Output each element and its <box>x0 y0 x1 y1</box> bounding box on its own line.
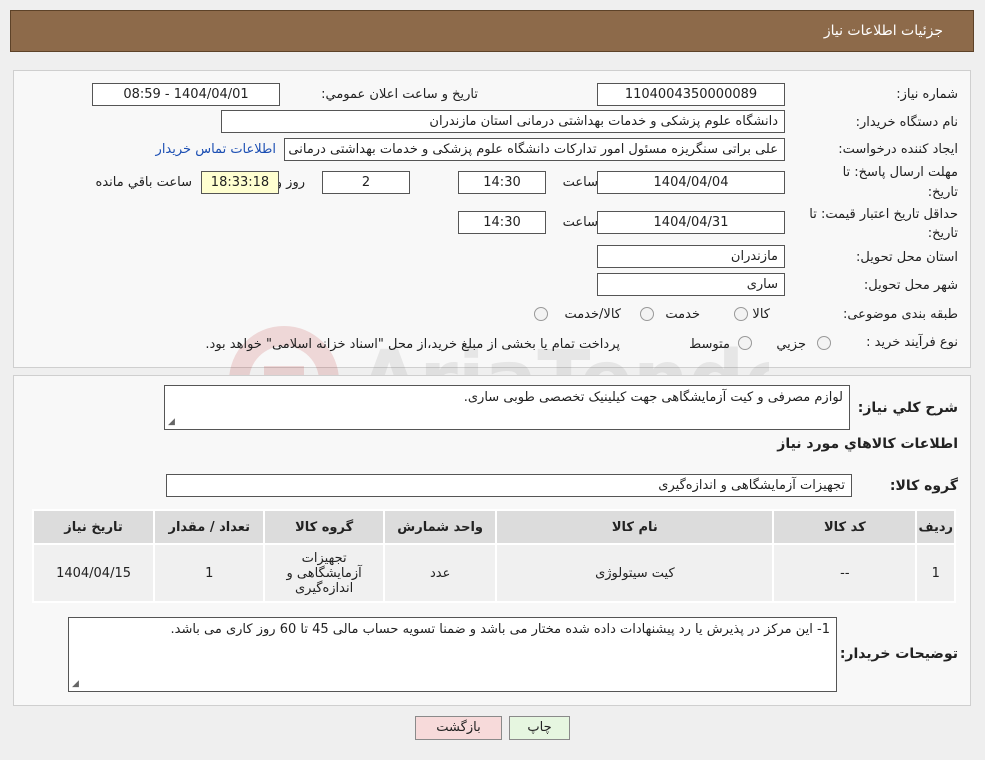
announce-label: تاریخ و ساعت اعلان عمومي: <box>321 87 478 102</box>
process-note: پرداخت تمام یا بخشی از مبلغ خرید،از محل … <box>205 337 620 352</box>
col-goods-group: گروه کالا <box>263 509 385 545</box>
remaining-time-field: 18:33:18 <box>201 171 279 194</box>
items-table: رديف کد کالا نام کالا واحد شمارش گروه کا… <box>31 509 956 603</box>
process-option-small: جزيي <box>776 337 806 352</box>
deadline-time-label: ساعت <box>562 175 598 190</box>
creator-label: ايجاد کننده درخواست: <box>838 142 958 157</box>
validity-label-line1: حداقل تاريخ اعتبار قيمت: تا <box>809 207 958 222</box>
buyer-notes-text: 1- این مرکز در پذیرش یا رد پیشنهادات داد… <box>170 622 830 637</box>
cell-need-date: 1404/04/15 <box>31 543 156 603</box>
summary-textarea[interactable]: لوازم مصرفی و کیت آزمایشگاهی جهت کیلینیک… <box>164 385 850 430</box>
category-radio-goods-service[interactable] <box>534 307 548 321</box>
process-radio-medium[interactable] <box>738 336 752 350</box>
buyer-notes-textarea[interactable]: 1- این مرکز در پذیرش یا رد پیشنهادات داد… <box>68 617 837 692</box>
need-number-label: شماره نیاز: <box>896 87 958 102</box>
city-label: شهر محل تحويل: <box>863 278 958 293</box>
goods-group-field: تجهیزات آزمایشگاهی و اندازه‌گیری <box>166 474 852 497</box>
cell-item-code: -- <box>772 543 918 603</box>
summary-text: لوازم مصرفی و کیت آزمایشگاهی جهت کیلینیک… <box>463 390 843 405</box>
validity-time-field: 14:30 <box>458 211 546 234</box>
deadline-label-line2: تاریخ: <box>927 185 958 200</box>
category-option-goods-service: کالا/خدمت <box>564 307 621 322</box>
days-remaining-field: 2 <box>322 171 410 194</box>
print-button[interactable]: چاپ <box>509 716 570 740</box>
process-radio-small[interactable] <box>817 336 831 350</box>
need-number-field: 1104004350000089 <box>597 83 785 106</box>
summary-label: شرح کلي نياز: <box>857 400 958 416</box>
cell-unit: عدد <box>382 543 498 603</box>
validity-label-line2: تاريخ: <box>927 226 958 241</box>
remaining-time-label: ساعت باقي مانده <box>95 175 192 190</box>
col-quantity: تعداد / مقدار <box>153 509 266 545</box>
buyer-notes-label: توضیحات خریدار: <box>839 646 958 662</box>
category-option-service: خدمت <box>665 307 700 322</box>
province-label: استان محل تحويل: <box>856 250 958 265</box>
buyer-contact-link[interactable]: اطلاعات تماس خريدار <box>156 142 276 157</box>
page-title: جزئیات اطلاعات نیاز <box>823 23 943 39</box>
back-button[interactable]: بازگشت <box>415 716 502 740</box>
validity-time-label: ساعت <box>562 215 598 230</box>
process-label: نوع فرآيند خريد : <box>866 335 958 350</box>
deadline-label-line1: مهلت ارسال پاسخ: تا <box>842 165 958 180</box>
category-option-goods: کالا <box>752 307 770 322</box>
category-radio-goods[interactable] <box>734 307 748 321</box>
city-field: ساری <box>597 273 785 296</box>
category-radio-service[interactable] <box>640 307 654 321</box>
buyer-org-field: دانشگاه علوم پزشکی و خدمات بهداشتی درمان… <box>221 110 785 133</box>
deadline-time-field: 14:30 <box>458 171 546 194</box>
table-row: 1 -- کیت سیتولوژی عدد تجهیزات آزمایشگاهی… <box>31 543 956 603</box>
validity-date-field: 1404/04/31 <box>597 211 785 234</box>
cell-item-name: کیت سیتولوژی <box>495 543 775 603</box>
col-item-code: کد کالا <box>772 509 918 545</box>
need-details-panel: شرح کلي نياز: لوازم مصرفی و کیت آزمایشگا… <box>13 375 971 706</box>
province-field: مازندران <box>597 245 785 268</box>
days-label: روز و <box>275 175 305 190</box>
table-header-row: رديف کد کالا نام کالا واحد شمارش گروه کا… <box>31 509 956 545</box>
deadline-date-field: 1404/04/04 <box>597 171 785 194</box>
buyer-org-label: نام دستگاه خريدار: <box>855 115 958 130</box>
col-item-name: نام کالا <box>495 509 775 545</box>
col-need-date: تاریخ نیاز <box>31 509 156 545</box>
cell-goods-group: تجهیزات آزمایشگاهی و اندازه‌گیری <box>263 543 385 603</box>
items-heading: اطلاعات کالاهاي مورد نياز <box>777 436 958 452</box>
col-unit: واحد شمارش <box>382 509 498 545</box>
cell-row-number: 1 <box>915 543 956 603</box>
col-row-number: رديف <box>915 509 956 545</box>
process-option-medium: متوسط <box>689 337 730 352</box>
category-label: طبقه بندی موضوعی: <box>842 307 958 322</box>
need-info-panel: AriaTender.neT شماره نیاز: 1104004350000… <box>13 70 971 436</box>
cell-quantity: 1 <box>153 543 266 603</box>
resize-grip-icon[interactable]: ◢ <box>168 417 175 427</box>
announce-datetime-field: 1404/04/01 - 08:59 <box>92 83 280 106</box>
creator-field: علی براتی سنگریزه مسئول امور تدارکات دان… <box>284 138 785 161</box>
page-header: جزئیات اطلاعات نیاز <box>10 10 974 52</box>
goods-group-label: گروه کالا: <box>889 478 958 494</box>
resize-grip-icon[interactable]: ◢ <box>72 679 79 689</box>
